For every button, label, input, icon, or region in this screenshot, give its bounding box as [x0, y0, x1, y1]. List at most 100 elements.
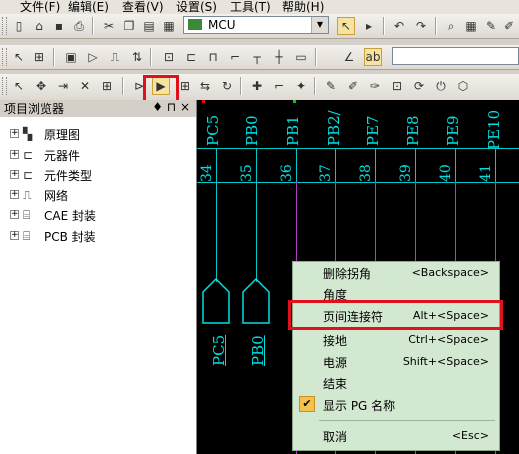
wire-mode-icon[interactable]: ⊞ [30, 48, 48, 66]
toolbar-grip[interactable] [2, 17, 7, 35]
cut-icon[interactable]: ✂ [100, 17, 118, 35]
pin-number: 34 [199, 164, 215, 182]
menu-file[interactable]: 文件(F) [20, 0, 60, 14]
menu-item-power[interactable]: 电源 Shift+<Space> [293, 351, 499, 373]
menu-tools[interactable]: 工具(T) [230, 0, 271, 14]
add-net-icon[interactable]: ✚ [248, 77, 266, 95]
select-icon[interactable]: ↖ [10, 48, 28, 66]
print-icon[interactable]: ⎙ [70, 17, 88, 35]
tree-item-label: 网络 [44, 189, 69, 203]
find-icon[interactable]: ✎ [482, 17, 500, 35]
open-icon[interactable]: ⌂ [30, 17, 48, 35]
reload-icon[interactable]: ⟳ [410, 77, 428, 95]
expand-icon[interactable]: + [10, 190, 19, 199]
properties-icon[interactable]: ⊞ [98, 77, 116, 95]
expand-icon[interactable]: + [10, 129, 19, 138]
menu-item-end[interactable]: 结束 [293, 372, 499, 394]
filter-icon[interactable]: ▸ [360, 17, 378, 35]
menu-item-cancel[interactable]: 取消 <Esc> [293, 425, 499, 447]
separator [122, 77, 124, 95]
rotate-icon[interactable]: ↻ [218, 77, 236, 95]
menu-item-label: 删除拐角 [323, 267, 372, 281]
component-icon[interactable]: ▣ [62, 48, 80, 66]
wire[interactable] [256, 182, 257, 282]
offpage-connectors[interactable] [202, 278, 272, 326]
pin-divider [455, 148, 456, 182]
label-icon[interactable]: ▭ [292, 48, 310, 66]
select-mode-icon[interactable]: ↖ [337, 17, 355, 35]
chevron-down-icon[interactable]: ▼ [311, 17, 328, 33]
origin-marker [202, 100, 205, 103]
menu-item-ground[interactable]: 接地 Ctrl+<Space> [293, 329, 499, 351]
junction-icon[interactable]: ┼ [270, 48, 288, 66]
pin-label: PE10 [485, 109, 503, 150]
menu-item-label: 电源 [323, 356, 348, 370]
delete-icon[interactable]: ✕ [76, 77, 94, 95]
sheet-select[interactable]: MCU ▼ [183, 16, 329, 34]
add-wire-icon[interactable]: ⌐ [270, 77, 288, 95]
search-field[interactable] [392, 47, 519, 65]
toolbar-grip[interactable] [2, 48, 7, 66]
redo-icon[interactable]: ↷ [412, 17, 430, 35]
menu-item-show-pg-name[interactable]: ✔ 显示 PG 名称 [293, 394, 499, 416]
menu-help[interactable]: 帮助(H) [282, 0, 324, 14]
expand-icon[interactable]: + [10, 170, 19, 179]
expand-icon[interactable]: + [10, 210, 19, 219]
line-icon[interactable]: ∠ [340, 48, 358, 66]
separator [240, 77, 242, 95]
copy-icon[interactable]: ❐ [120, 17, 138, 35]
pin-divider [216, 148, 217, 182]
menu-item-delete-corner[interactable]: 删除拐角 <Backspace> [293, 262, 499, 284]
pin-divider [495, 148, 496, 182]
wire[interactable] [216, 182, 217, 282]
lock-icon[interactable]: ⊡ [388, 77, 406, 95]
power-icon[interactable]: ⏻ [432, 77, 450, 95]
expand-icon[interactable]: + [10, 150, 19, 159]
menu-item-label: 结束 [323, 377, 348, 391]
menu-item-label: 取消 [323, 430, 348, 444]
toolbar-grip[interactable] [2, 77, 7, 95]
menu-item-shortcut: Ctrl+<Space> [408, 333, 489, 346]
expand-icon[interactable]: + [10, 231, 19, 240]
connect-icon[interactable]: ⎍ [106, 48, 124, 66]
add-junction-icon[interactable]: ✦ [292, 77, 310, 95]
split-icon[interactable]: ┬ [248, 48, 266, 66]
menu-item-shortcut: <Esc> [451, 429, 489, 442]
zoom-icon[interactable]: ⌕ [442, 17, 460, 35]
menu-item-label: 接地 [323, 334, 348, 348]
offpage-label: PB0 [249, 335, 267, 366]
brush-icon[interactable]: ✑ [366, 77, 384, 95]
menu-edit[interactable]: 编辑(E) [68, 0, 109, 14]
pin-number: 36 [279, 164, 295, 182]
pin-number: 35 [239, 164, 255, 182]
component-icon: ⊏ [23, 148, 34, 162]
insert-icon[interactable]: ▦ [160, 17, 178, 35]
swap-icon[interactable]: ⇅ [128, 48, 146, 66]
project-browser-header: 项目浏览器 ♦ ⊓ × [0, 100, 196, 117]
offpage-label: PC5 [210, 334, 228, 366]
undo-icon[interactable]: ↶ [390, 17, 408, 35]
grid-icon[interactable]: ▦ [462, 17, 480, 35]
move-icon[interactable]: ✥ [32, 77, 50, 95]
separator [53, 48, 55, 66]
pencil-icon[interactable]: ✎ [322, 77, 340, 95]
pcb-decal-icon: ⌸ [23, 229, 31, 243]
edit-icon[interactable]: ✐ [344, 77, 362, 95]
select-arrow-icon[interactable]: ↖ [10, 77, 28, 95]
panel-controls[interactable]: ♦ ⊓ × [152, 100, 190, 114]
pin-icon[interactable]: ⊡ [160, 48, 178, 66]
swap-gates-icon[interactable]: ⇆ [196, 77, 214, 95]
text-icon[interactable]: ab [364, 48, 382, 66]
bus-entry-icon[interactable]: ⌐ [226, 48, 244, 66]
menu-view[interactable]: 查看(V) [122, 0, 164, 14]
bus-icon[interactable]: ⊓ [204, 48, 222, 66]
paste-icon[interactable]: ▤ [140, 17, 158, 35]
highlight-icon[interactable]: ⬡ [454, 77, 472, 95]
save-icon[interactable]: ▪ [50, 17, 68, 35]
offpage-icon[interactable]: ⊏ [182, 48, 200, 66]
route-icon[interactable]: ⇥ [54, 77, 72, 95]
tool-icon[interactable]: ✐ [500, 17, 518, 35]
menu-settings[interactable]: 设置(S) [176, 0, 217, 14]
new-icon[interactable]: ▯ [10, 17, 28, 35]
gate-icon[interactable]: ▷ [84, 48, 102, 66]
